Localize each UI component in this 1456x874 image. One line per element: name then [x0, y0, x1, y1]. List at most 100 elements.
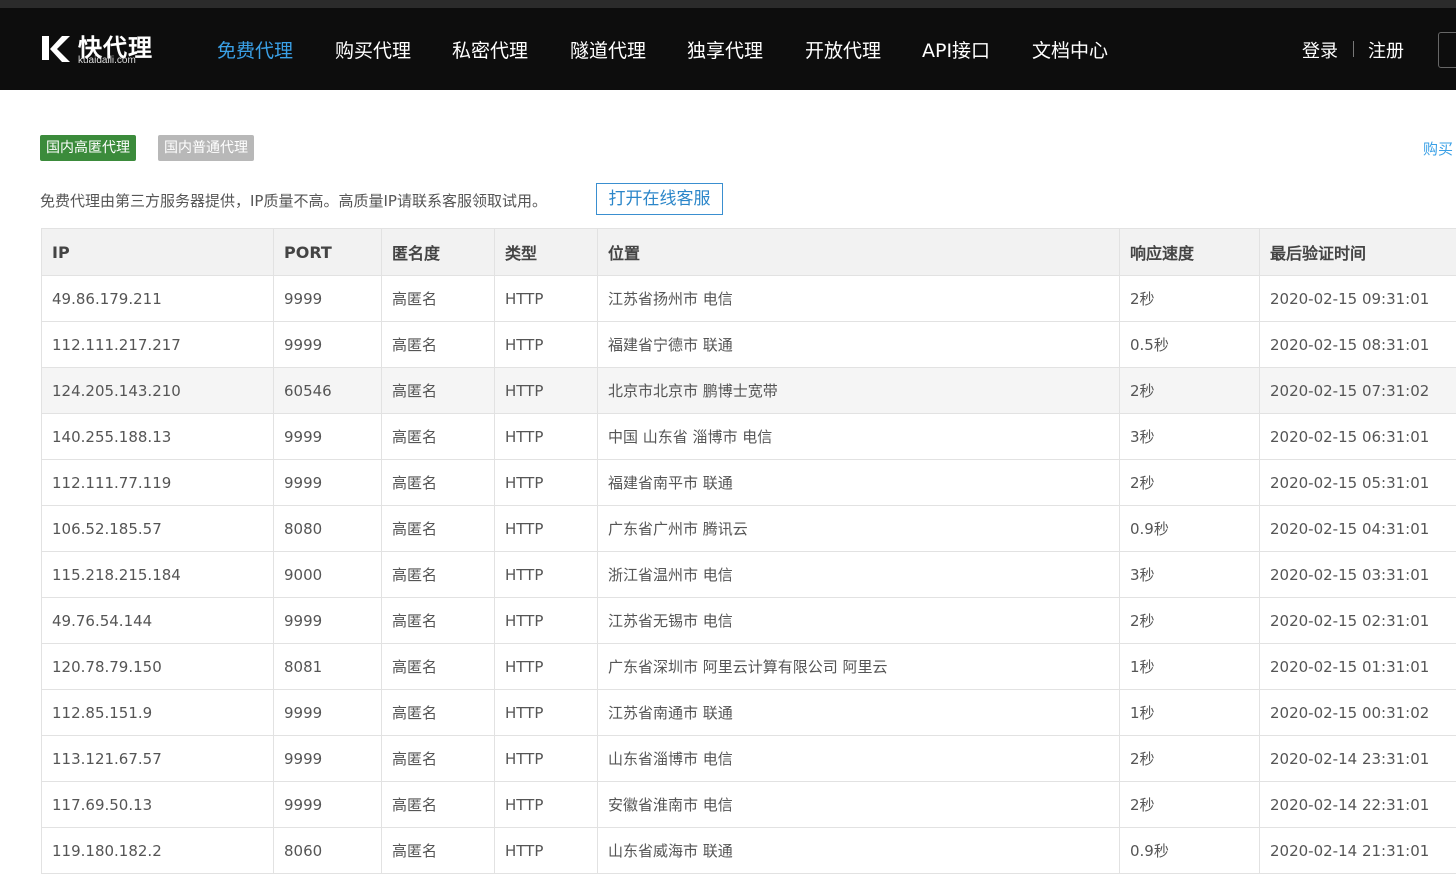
cell-type: HTTP: [494, 827, 598, 874]
cell-last-verified: 2020-02-15 06:31:01: [1259, 413, 1456, 460]
table-row: 119.180.182.2 8060 高匿名 HTTP 山东省威海市 联通 0.9秒 202…: [41, 827, 1456, 874]
cell-last-verified: 2020-02-14 22:31:01: [1259, 781, 1456, 828]
cell-port: 8080: [273, 505, 382, 552]
cell-speed: 2秒: [1119, 735, 1260, 782]
nav-tunnel-proxy[interactable]: 隧道代理: [570, 36, 646, 63]
cell-speed: 2秒: [1119, 275, 1260, 322]
cell-type: HTTP: [494, 643, 598, 690]
cell-location: 山东省威海市 联通: [597, 827, 1120, 874]
cell-anonymity: 高匿名: [381, 459, 495, 506]
cell-ip: 120.78.79.150: [41, 643, 274, 690]
proxy-table: IP PORT 匿名度 类型 位置 响应速度 最后验证时间 49.86.179.…: [41, 228, 1456, 874]
nav-free-proxy[interactable]: 免费代理: [217, 36, 293, 63]
cell-type: HTTP: [494, 689, 598, 736]
nav-api[interactable]: API接口: [922, 36, 990, 63]
cell-last-verified: 2020-02-15 07:31:02: [1259, 367, 1456, 414]
cell-location: 江苏省南通市 联通: [597, 689, 1120, 736]
cell-type: HTTP: [494, 275, 598, 322]
table-row: 120.78.79.150 8081 高匿名 HTTP 广东省深圳市 阿里云计算有限公司…: [41, 643, 1456, 690]
header-speed: 响应速度: [1119, 228, 1260, 276]
cell-type: HTTP: [494, 735, 598, 782]
cell-anonymity: 高匿名: [381, 321, 495, 368]
cell-ip: 113.121.67.57: [41, 735, 274, 782]
header-anonymity: 匿名度: [381, 228, 495, 276]
cell-location: 中国 山东省 淄博市 电信: [597, 413, 1120, 460]
cell-speed: 2秒: [1119, 459, 1260, 506]
cell-ip: 106.52.185.57: [41, 505, 274, 552]
cell-location: 江苏省扬州市 电信: [597, 275, 1120, 322]
cell-speed: 0.5秒: [1119, 321, 1260, 368]
nav-docs[interactable]: 文档中心: [1032, 36, 1108, 63]
cell-port: 9000: [273, 551, 382, 598]
header-extra-button[interactable]: [1438, 32, 1456, 68]
nav-dedicated-proxy[interactable]: 独享代理: [687, 36, 763, 63]
header-port: PORT: [273, 228, 382, 276]
header-location: 位置: [597, 228, 1120, 276]
cell-port: 60546: [273, 367, 382, 414]
table-header-row: IP PORT 匿名度 类型 位置 响应速度 最后验证时间: [41, 228, 1456, 276]
top-strip: [0, 0, 1456, 8]
cell-anonymity: 高匿名: [381, 551, 495, 598]
cell-speed: 3秒: [1119, 413, 1260, 460]
cell-location: 福建省宁德市 联通: [597, 321, 1120, 368]
cell-ip: 112.111.77.119: [41, 459, 274, 506]
cell-port: 9999: [273, 275, 382, 322]
buy-link[interactable]: 购买: [1423, 138, 1453, 159]
cell-ip: 112.85.151.9: [41, 689, 274, 736]
cell-last-verified: 2020-02-15 08:31:01: [1259, 321, 1456, 368]
cell-anonymity: 高匿名: [381, 275, 495, 322]
cell-anonymity: 高匿名: [381, 735, 495, 782]
cell-anonymity: 高匿名: [381, 597, 495, 644]
logo-domain: kuaidaili.com: [78, 55, 136, 66]
cell-anonymity: 高匿名: [381, 781, 495, 828]
logo-k-icon: [42, 36, 70, 62]
cell-anonymity: 高匿名: [381, 367, 495, 414]
table-row: 115.218.215.184 9000 高匿名 HTTP 浙江省温州市 电信 3秒 202…: [41, 551, 1456, 598]
cell-last-verified: 2020-02-15 03:31:01: [1259, 551, 1456, 598]
tab-elite-proxy[interactable]: 国内高匿代理: [40, 135, 136, 161]
register-link[interactable]: 注册: [1368, 37, 1404, 63]
cell-anonymity: 高匿名: [381, 827, 495, 874]
nav-private-proxy[interactable]: 私密代理: [452, 36, 528, 63]
table-row: 112.85.151.9 9999 高匿名 HTTP 江苏省南通市 联通 1秒 2020-0…: [41, 689, 1456, 736]
nav-buy-proxy[interactable]: 购买代理: [335, 36, 411, 63]
cell-port: 8081: [273, 643, 382, 690]
cell-ip: 124.205.143.210: [41, 367, 274, 414]
cell-port: 9999: [273, 735, 382, 782]
cell-port: 9999: [273, 413, 382, 460]
cell-type: HTTP: [494, 551, 598, 598]
cell-location: 江苏省无锡市 电信: [597, 597, 1120, 644]
site-logo[interactable]: 快代理 kuaidaili.com: [40, 32, 160, 68]
table-row: 49.86.179.211 9999 高匿名 HTTP 江苏省扬州市 电信 2秒 2020-…: [41, 275, 1456, 322]
cell-type: HTTP: [494, 459, 598, 506]
cell-type: HTTP: [494, 781, 598, 828]
nav-open-proxy[interactable]: 开放代理: [805, 36, 881, 63]
tab-normal-proxy[interactable]: 国内普通代理: [158, 135, 254, 161]
cell-anonymity: 高匿名: [381, 689, 495, 736]
cell-speed: 0.9秒: [1119, 505, 1260, 552]
cell-port: 9999: [273, 597, 382, 644]
cell-location: 福建省南平市 联通: [597, 459, 1120, 506]
cell-last-verified: 2020-02-15 01:31:01: [1259, 643, 1456, 690]
header-type: 类型: [494, 228, 598, 276]
cell-last-verified: 2020-02-15 09:31:01: [1259, 275, 1456, 322]
cell-ip: 117.69.50.13: [41, 781, 274, 828]
navbar: 快代理 kuaidaili.com 免费代理 购买代理 私密代理 隧道代理 独享…: [0, 8, 1456, 90]
cell-location: 山东省淄博市 电信: [597, 735, 1120, 782]
cell-location: 安徽省淮南市 电信: [597, 781, 1120, 828]
table-row: 124.205.143.210 60546 高匿名 HTTP 北京市北京市 鹏博士宽带 2…: [41, 367, 1456, 414]
table-row: 117.69.50.13 9999 高匿名 HTTP 安徽省淮南市 电信 2秒 2020-0…: [41, 781, 1456, 828]
online-service-button[interactable]: 打开在线客服: [596, 183, 723, 215]
cell-location: 北京市北京市 鹏博士宽带: [597, 367, 1120, 414]
cell-port: 9999: [273, 781, 382, 828]
cell-ip: 49.76.54.144: [41, 597, 274, 644]
cell-speed: 0.9秒: [1119, 827, 1260, 874]
table-row: 113.121.67.57 9999 高匿名 HTTP 山东省淄博市 电信 2秒 2020-…: [41, 735, 1456, 782]
cell-last-verified: 2020-02-15 05:31:01: [1259, 459, 1456, 506]
table-row: 106.52.185.57 8080 高匿名 HTTP 广东省广州市 腾讯云 0.9秒 20…: [41, 505, 1456, 552]
header-ip: IP: [41, 228, 274, 276]
cell-speed: 2秒: [1119, 367, 1260, 414]
table-row: 49.76.54.144 9999 高匿名 HTTP 江苏省无锡市 电信 2秒 2020-0…: [41, 597, 1456, 644]
login-link[interactable]: 登录: [1302, 37, 1338, 63]
cell-ip: 112.111.217.217: [41, 321, 274, 368]
